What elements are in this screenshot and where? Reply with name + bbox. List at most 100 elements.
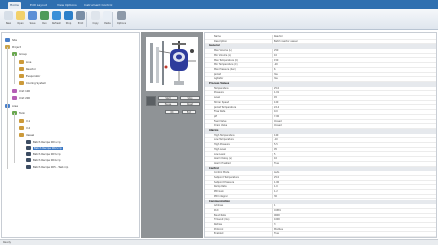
property-value[interactable]: 6 [274,68,424,72]
start-button[interactable]: Start [158,96,178,100]
property-name: Timeout (ms) [214,218,230,222]
tree-item[interactable]: Unit 200 [12,95,30,101]
property-value[interactable]: 1.2 [274,190,424,194]
property-value[interactable]: 5 [274,153,424,157]
property-value[interactable]: Modbus [274,228,424,232]
property-name: Low Temperature [214,138,234,142]
property-value[interactable]: Auto [274,171,424,175]
tree-item[interactable]: Line [19,59,31,65]
property-name: High Temperature [214,133,235,137]
property-value[interactable]: 250 [274,49,424,53]
tab-instrument-control[interactable]: Instrument Control [82,2,114,9]
property-value[interactable]: True [274,232,424,236]
property-value[interactable]: COM1 [274,209,424,213]
property-value[interactable]: -20 [274,63,424,67]
new-button[interactable]: New [3,11,14,27]
property-value[interactable]: 45 [274,96,424,100]
tree-item-label: Batch Recipe 005 - Test.rcp [33,165,69,169]
tab-bar: Home Edit Layout View Options Instrument… [0,0,438,9]
property-value[interactable]: 30 [274,195,424,199]
copy-icon [91,11,100,20]
property-name: Ramp Rate [214,185,227,189]
property-name: Alarm Delay (s) [214,157,232,161]
tab-edit-layout[interactable]: Edit Layout [28,2,49,9]
property-value[interactable]: 10 [274,157,424,161]
property-value[interactable]: True [274,162,424,166]
property-value[interactable]: 25.0 [274,87,424,91]
open-folder-icon [16,11,25,20]
tree-node-icon [12,89,17,93]
property-row[interactable]: Enabled True [205,232,436,237]
tree-item-label: V-2 [26,126,31,130]
tree-item[interactable]: Vessel [19,132,34,138]
tree-item[interactable]: Site [5,37,17,43]
save-button[interactable]: Save [27,11,38,27]
tree-node-icon [19,60,24,64]
property-value[interactable]: 5.5 [274,143,424,147]
stop-button[interactable]: Stop [180,96,200,100]
property-value[interactable]: 1.01 [274,91,424,95]
pause-button[interactable]: Pause [158,102,178,106]
property-value[interactable]: Yes [274,77,424,81]
exit-button[interactable]: Exit [182,110,196,114]
property-value[interactable]: 3 [274,223,424,227]
property-name: Feed Valve [214,119,227,123]
ok-button[interactable]: OK [165,110,179,114]
tree-item[interactable]: Evaporator [19,73,40,79]
tree-node-icon [26,165,31,169]
refresh-button[interactable]: Refresh [51,11,62,27]
ribbon-group-separator [112,12,113,27]
tree-item[interactable]: Reactor [19,66,36,72]
tree-node-icon [19,126,24,130]
tree-item[interactable]: Batch Recipe 005 - Test.rcp [26,164,68,170]
tree-item-label: Line [26,60,32,64]
property-value[interactable]: Closed [274,120,424,124]
property-value[interactable]: Reactor [274,35,424,39]
property-value[interactable]: 95 [274,148,424,152]
tree-item-label: Batch Recipe 004.rcp [33,158,61,162]
property-value[interactable]: 150 [274,59,424,63]
property-value[interactable]: 1 [274,204,424,208]
property-name: Address [214,204,224,208]
property-value[interactable]: 1.0 [274,185,424,189]
property-name: Temperature [214,86,229,90]
tree-node-icon [19,67,24,71]
tree-item[interactable]: Cooling System [19,80,46,86]
tab-home[interactable]: Home [8,2,21,9]
reset-button[interactable]: Reset [180,102,200,106]
property-value[interactable]: 22.4 [274,106,424,110]
open-button[interactable]: Open [15,11,26,27]
property-name: Max Pressure (bar) [214,67,236,71]
print-button[interactable]: Print [75,11,86,27]
tree-item-label: Site [12,38,17,42]
stop-button[interactable]: Stop [63,11,74,27]
tree-item[interactable]: Batch Recipe 004.rcp [26,157,61,163]
tree-item-label: Area [12,104,18,108]
property-value[interactable]: Closed [274,124,424,128]
property-grid[interactable]: Name Reactor Description Batch reactor vess… [204,32,437,238]
property-value[interactable]: 0.0 [274,110,424,114]
run-icon [40,11,49,20]
property-value[interactable]: 140 [274,134,424,138]
property-value[interactable]: 10 [274,54,424,58]
property-value[interactable]: 1.00 [274,181,424,185]
property-value[interactable]: Batch reactor vessel [274,40,424,44]
run-button[interactable]: Run [39,11,50,27]
tree-item[interactable]: V-2 [19,125,30,131]
property-value[interactable]: 120 [274,101,424,105]
tree-item[interactable]: V-1 [19,118,30,124]
property-value[interactable]: 25.0 [274,176,424,180]
options-button[interactable]: Options [116,11,127,27]
property-name: Name [214,35,221,38]
column-divider [272,232,273,237]
project-tree[interactable]: Site Project Group Line Reactor Evaporator Coo… [1,32,140,238]
property-value[interactable]: 7.00 [274,115,424,119]
tab-view-options[interactable]: View Options [55,2,79,9]
property-value[interactable]: 1000 [274,218,424,222]
property-value[interactable]: -10 [274,138,424,142]
property-value[interactable]: Yes [274,73,424,77]
tree-node-icon [26,152,31,156]
copy-button[interactable]: Copy [90,11,101,27]
property-value[interactable]: 9600 [274,214,424,218]
tree-item[interactable]: Unit 100 [12,88,30,94]
